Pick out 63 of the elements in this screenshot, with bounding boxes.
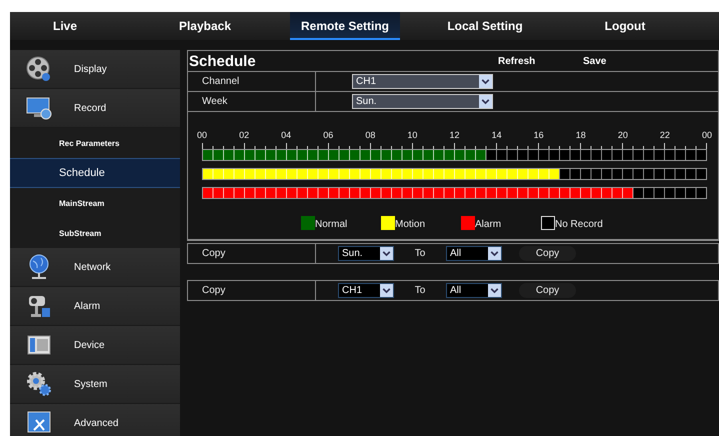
to-label: To xyxy=(414,285,426,296)
hour-label: 02 xyxy=(239,130,250,140)
nav-tab[interactable]: Playback xyxy=(150,12,260,40)
nav-tab[interactable]: Remote Setting xyxy=(290,12,400,40)
nav-tab[interactable]: Live xyxy=(10,12,120,40)
schedule-track[interactable] xyxy=(202,168,707,180)
nav-tab[interactable]: Local Setting xyxy=(430,12,540,40)
sidebar-item[interactable]: Alarm xyxy=(10,287,180,326)
sidebar-subitem[interactable]: Schedule xyxy=(10,158,180,188)
action-link[interactable]: Refresh xyxy=(498,56,583,66)
to-label: To xyxy=(414,248,426,259)
gear-icon xyxy=(26,371,52,397)
hour-label: 04 xyxy=(281,130,292,140)
chevron-down-icon xyxy=(479,95,492,108)
sidebar-subitem[interactable]: SubStream xyxy=(10,218,180,248)
hour-label: 08 xyxy=(365,130,376,140)
dropdown[interactable]: All xyxy=(446,283,502,298)
camera-icon xyxy=(26,293,52,319)
sidebar-subitem[interactable]: Rec Parameters xyxy=(10,128,180,158)
chevron-down-icon xyxy=(488,247,501,260)
monitor-icon xyxy=(26,95,52,121)
row-label: Copy xyxy=(188,281,316,300)
hour-label: 18 xyxy=(576,130,586,140)
dropdown[interactable]: CH1 xyxy=(338,283,394,298)
hour-label: 14 xyxy=(492,130,502,140)
hour-label: 22 xyxy=(660,130,670,140)
sidebar-item[interactable]: Display xyxy=(10,50,180,89)
dropdown[interactable]: Sun. xyxy=(338,246,394,261)
legend-label: Motion xyxy=(395,219,426,230)
action-link[interactable]: Save xyxy=(583,56,668,66)
sidebar-item[interactable]: Advanced xyxy=(10,404,180,436)
chevron-down-icon xyxy=(380,247,393,260)
hour-label: 06 xyxy=(323,130,334,140)
sidebar-item[interactable]: Record xyxy=(10,89,180,128)
chevron-down-icon xyxy=(488,284,501,297)
schedule-track[interactable] xyxy=(202,187,707,199)
legend-label: Normal xyxy=(315,219,348,230)
sidebar-item[interactable]: Network xyxy=(10,248,180,287)
legend-label: No Record xyxy=(555,219,603,230)
dropdown[interactable]: CH1 xyxy=(352,74,493,89)
hour-label: 00 xyxy=(197,130,207,140)
dropdown[interactable]: Sun. xyxy=(352,94,493,109)
legend-label: Alarm xyxy=(475,219,502,230)
panel-title: Schedule xyxy=(188,52,257,70)
sidebar-subitem[interactable]: MainStream xyxy=(10,188,180,218)
chevron-down-icon xyxy=(380,284,393,297)
sidebar-item[interactable]: System xyxy=(10,365,180,404)
hour-label: 20 xyxy=(618,130,628,140)
hour-label: 00 xyxy=(702,130,712,140)
schedule-track[interactable] xyxy=(202,149,707,161)
hour-label: 10 xyxy=(407,130,418,140)
field-label: Channel xyxy=(188,72,316,91)
row-label: Copy xyxy=(188,244,316,263)
hour-label: 12 xyxy=(450,130,460,140)
copy-button[interactable]: Copy xyxy=(519,246,576,261)
dropdown[interactable]: All xyxy=(446,246,502,261)
field-label: Week xyxy=(188,92,316,111)
copy-button[interactable]: Copy xyxy=(519,283,576,298)
film-reel-icon xyxy=(26,56,52,82)
chevron-down-icon xyxy=(479,75,492,88)
nav-tab[interactable]: Logout xyxy=(570,12,680,40)
sidebar-item[interactable]: Device xyxy=(10,326,180,365)
hour-label: 16 xyxy=(534,130,544,140)
